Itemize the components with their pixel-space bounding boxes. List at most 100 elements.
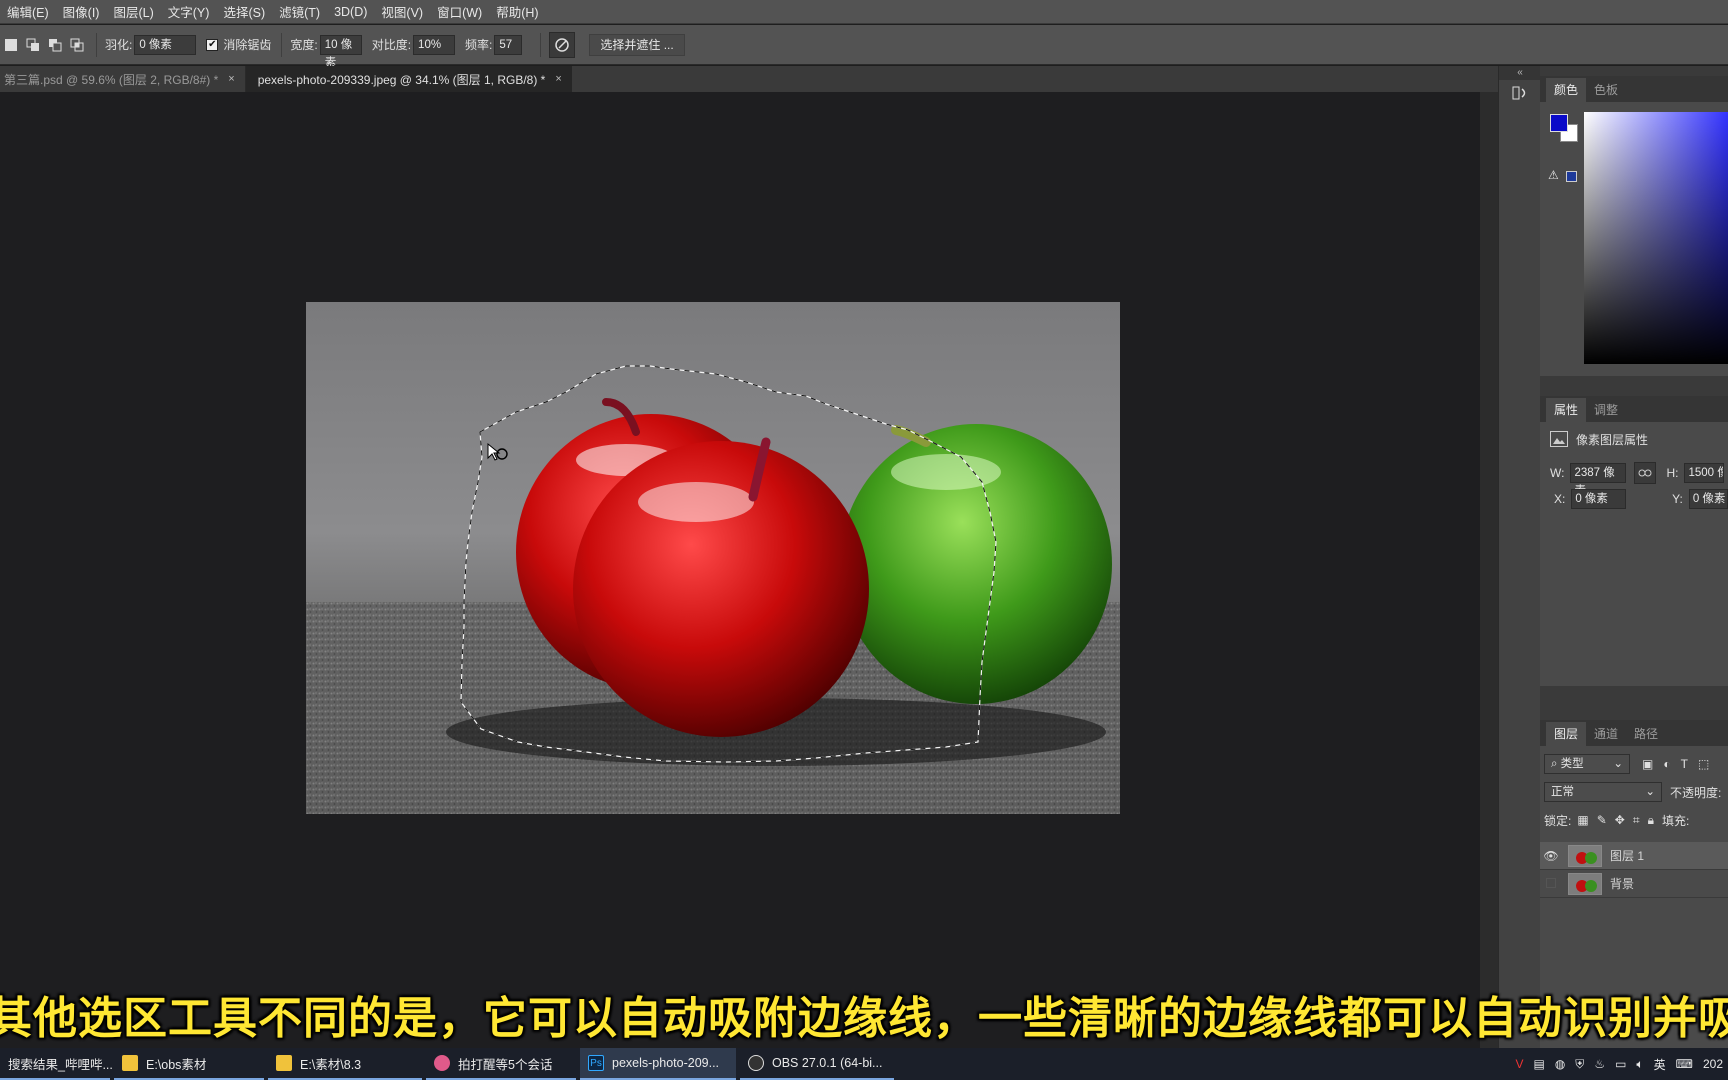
contrast-input[interactable]: 10%: [413, 34, 456, 55]
height-value-field[interactable]: 1500 像: [1684, 463, 1725, 483]
color-picker-field[interactable]: [1584, 112, 1728, 364]
lock-transparent-icon[interactable]: ▦: [1577, 813, 1588, 827]
menu-help[interactable]: 帮助(H): [489, 2, 545, 21]
tab-color[interactable]: 颜色: [1546, 78, 1587, 102]
filter-adjustment-icon[interactable]: ◐: [1663, 757, 1670, 771]
apples-image[interactable]: [306, 302, 1120, 814]
y-value-field[interactable]: 0 像素: [1688, 489, 1728, 509]
menu-3d[interactable]: 3D(D): [327, 5, 374, 19]
collapse-panels-button[interactable]: «: [1499, 66, 1541, 80]
tray-app-icon[interactable]: ▭: [1615, 1057, 1626, 1071]
properties-panel: 属性 调整 像素图层属性 W: 2387 像素 H: 1500 像 X:: [1540, 396, 1728, 686]
intersect-selection-icon[interactable]: [66, 34, 88, 56]
history-icon[interactable]: [1509, 82, 1531, 104]
chat-icon: [434, 1055, 450, 1071]
foreground-background-swatches[interactable]: [1550, 114, 1578, 142]
clock[interactable]: 202: [1703, 1057, 1723, 1071]
tab-swatches[interactable]: 色板: [1586, 78, 1626, 102]
lock-artboard-icon[interactable]: ⌗: [1633, 813, 1640, 828]
tab-properties[interactable]: 属性: [1546, 398, 1587, 422]
visibility-toggle[interactable]: [1540, 877, 1562, 891]
frequency-input[interactable]: 57: [494, 34, 523, 55]
tab-document-1[interactable]: 第三篇.psd @ 59.6% (图层 2, RGB/8#) * ×: [0, 66, 246, 92]
lock-all-icon[interactable]: 🔒︎: [1648, 813, 1654, 828]
menu-layer[interactable]: 图层(L): [106, 2, 160, 21]
tab-channels[interactable]: 通道: [1586, 722, 1626, 746]
menu-view[interactable]: 视图(V): [374, 2, 430, 21]
color-panel-header: 颜色 色板: [1540, 76, 1728, 102]
layer-row-layer1[interactable]: 👁︎ 图层 1: [1540, 842, 1728, 870]
menu-type[interactable]: 文字(Y): [161, 2, 217, 21]
add-to-selection-icon[interactable]: [22, 34, 44, 56]
link-icon[interactable]: [1634, 462, 1657, 484]
h-label: H:: [1666, 466, 1679, 480]
menu-edit[interactable]: 编辑(E): [0, 2, 56, 21]
canvas-scrollbar[interactable]: [1480, 92, 1498, 1052]
close-icon[interactable]: ×: [555, 73, 561, 85]
tab-adjustments[interactable]: 调整: [1586, 398, 1626, 422]
filter-shape-icon[interactable]: ⬚: [1698, 757, 1709, 771]
layer-row-background[interactable]: 背景: [1540, 870, 1728, 898]
separator: [540, 32, 542, 57]
width-input[interactable]: 10 像素: [319, 34, 362, 69]
layer-thumbnail: [1568, 872, 1602, 895]
tab-paths[interactable]: 路径: [1626, 722, 1666, 746]
menu-filter[interactable]: 滤镜(T): [272, 2, 327, 21]
taskbar-item-material-folder[interactable]: E:\素材\8.3: [268, 1048, 422, 1080]
gamut-warning-icon[interactable]: ⚠: [1548, 168, 1559, 182]
web-safe-color-swatch[interactable]: [1566, 171, 1577, 182]
taskbar-item-label: OBS 27.0.1 (64-bi...: [772, 1056, 883, 1070]
tray-app-icon[interactable]: ♨: [1594, 1057, 1605, 1071]
tab-layers[interactable]: 图层: [1546, 722, 1587, 746]
options-bar: 羽化: 0 像素 ✔ 消除锯齿 宽度: 10 像素 对比度: 10% 频率: 5…: [0, 25, 1728, 69]
tab-document-2[interactable]: pexels-photo-209339.jpeg @ 34.1% (图层 1, …: [245, 66, 572, 92]
volume-icon[interactable]: 🔈︎: [1636, 1057, 1643, 1072]
feather-input[interactable]: 0 像素: [134, 34, 197, 55]
size-row: W: 2387 像素 H: 1500 像: [1540, 460, 1728, 497]
tray-app-icon[interactable]: ▤: [1533, 1057, 1544, 1071]
filter-pixel-icon[interactable]: ▣: [1642, 757, 1653, 771]
taskbar-item-obs-folder[interactable]: E:\obs素材: [114, 1048, 264, 1080]
close-icon[interactable]: ×: [228, 73, 234, 85]
new-selection-icon[interactable]: [0, 34, 22, 56]
input-language[interactable]: 英: [1654, 1056, 1666, 1073]
lock-paint-icon[interactable]: ✎: [1597, 813, 1607, 827]
keyboard-icon[interactable]: ⌨: [1676, 1057, 1693, 1071]
canvas-area[interactable]: [0, 92, 1480, 1052]
layer-filter-row: ⌕ 类型 ⌄ ▣ ◐ T ⬚: [1540, 750, 1728, 778]
lock-move-icon[interactable]: ✥: [1615, 813, 1625, 827]
tray-app-icon[interactable]: ◍: [1555, 1057, 1565, 1071]
filter-type-icon[interactable]: T: [1681, 757, 1688, 771]
width-value-field[interactable]: 2387 像素: [1570, 463, 1627, 497]
taskbar-item-label: E:\素材\8.3: [300, 1057, 362, 1072]
pen-pressure-icon[interactable]: [549, 31, 576, 58]
menu-bar: 编辑(E) 图像(I) 图层(L) 文字(Y) 选择(S) 滤镜(T) 3D(D…: [0, 0, 1728, 24]
panel-dock: «: [1498, 66, 1541, 1052]
filter-kind-label: 类型: [1560, 758, 1584, 770]
shield-icon[interactable]: ⛨: [1575, 1057, 1584, 1072]
layer-filter-dropdown[interactable]: ⌕ 类型 ⌄: [1544, 754, 1630, 774]
right-panels: 颜色 色板 ⚠ 属性 调整 像素图层属性 W: 2387 像素: [1540, 66, 1728, 1052]
antialias-checkbox[interactable]: ✔: [206, 38, 219, 51]
taskbar-item-browser[interactable]: 搜索结果_哔哩哔...: [0, 1048, 113, 1080]
chevron-down-icon: ⌄: [1613, 758, 1623, 770]
contrast-label: 对比度:: [371, 38, 412, 52]
pixel-layer-icon: [1550, 431, 1568, 447]
foreground-color-swatch[interactable]: [1550, 114, 1568, 132]
subtract-from-selection-icon[interactable]: [44, 34, 66, 56]
eye-icon[interactable]: 👁︎: [1540, 849, 1562, 863]
document-tabs: 第三篇.psd @ 59.6% (图层 2, RGB/8#) * × pexel…: [0, 66, 1498, 92]
antivirus-icon[interactable]: V: [1515, 1057, 1523, 1071]
taskbar-item-photoshop[interactable]: Ps pexels-photo-209...: [580, 1048, 736, 1080]
taskbar-item-chat[interactable]: 拍打醒等5个会话: [426, 1048, 576, 1080]
menu-window[interactable]: 窗口(W): [430, 2, 489, 21]
blend-mode-dropdown[interactable]: 正常 ⌄: [1544, 782, 1662, 802]
menu-image[interactable]: 图像(I): [56, 2, 107, 21]
taskbar-item-obs[interactable]: OBS 27.0.1 (64-bi...: [740, 1048, 894, 1080]
color-panel: 颜色 色板 ⚠: [1540, 76, 1728, 376]
select-and-mask-button[interactable]: 选择并遮住 ...: [589, 33, 685, 56]
x-label: X:: [1554, 492, 1566, 506]
x-value-field[interactable]: 0 像素: [1571, 489, 1627, 509]
layers-panel-header: 图层 通道 路径: [1540, 720, 1728, 746]
menu-select[interactable]: 选择(S): [216, 2, 272, 21]
